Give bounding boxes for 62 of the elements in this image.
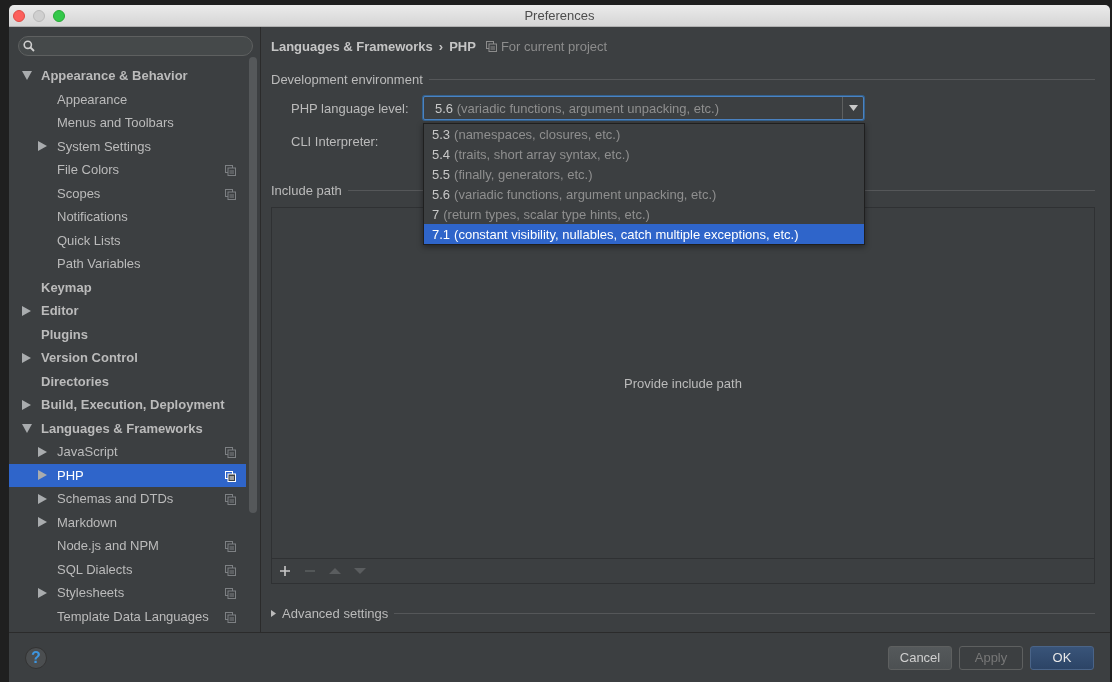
tree-item[interactable]: Node.js and NPM	[9, 534, 247, 558]
triangle-icon[interactable]	[22, 305, 31, 316]
close-button[interactable]	[13, 9, 25, 22]
tree-item[interactable]: Languages & Frameworks	[9, 416, 247, 440]
dropdown-option[interactable]: 7 (return types, scalar type hints, etc.)	[424, 204, 864, 224]
tree-item[interactable]: Notifications	[9, 205, 247, 229]
language-level-dropdown[interactable]: 5.6 (variadic functions, argument unpacking, etc.)	[423, 96, 864, 120]
tree-item[interactable]: Editor	[9, 299, 247, 323]
field-label: PHP language level:	[291, 100, 410, 116]
scope-label: For current project	[500, 38, 608, 54]
dropdown-option[interactable]: 5.3 (namespaces, closures, etc.)	[424, 124, 864, 144]
caret-icon	[848, 105, 858, 111]
tree-item[interactable]: Path Variables	[9, 252, 247, 276]
tree-item[interactable]: Directories	[9, 369, 247, 393]
search-field[interactable]	[18, 36, 253, 56]
tree-item[interactable]: File Colors	[9, 158, 247, 182]
tree-item[interactable]: Quick Lists	[9, 228, 247, 252]
dropdown-option[interactable]: 5.5 (finally, generators, etc.)	[424, 164, 864, 184]
triangle-icon[interactable]	[38, 517, 47, 528]
copy-icon	[485, 40, 497, 52]
tree-item[interactable]: Keymap	[9, 275, 247, 299]
breadcrumb-parent[interactable]: Languages & Frameworks	[271, 38, 433, 54]
tree-item[interactable]: Menus and Toolbars	[9, 111, 247, 135]
tree-item[interactable]: System Settings	[9, 134, 247, 158]
tree-item[interactable]: PHP	[9, 463, 247, 487]
section-title: Include path	[271, 183, 342, 198]
dropdown-option[interactable]: 5.6 (variadic functions, argument unpacking, etc.)	[424, 184, 864, 204]
triangle-icon[interactable]	[38, 446, 47, 457]
triangle-icon[interactable]	[22, 423, 32, 433]
triangle-icon[interactable]	[38, 587, 47, 598]
triangle-icon[interactable]	[22, 352, 31, 363]
tree-item[interactable]: Appearance	[9, 87, 247, 111]
search-icon	[23, 40, 35, 52]
triangle-icon[interactable]	[38, 493, 47, 504]
plus-icon[interactable]	[279, 565, 291, 577]
triangle-icon[interactable]	[22, 71, 32, 81]
tree-item[interactable]: Stylesheets	[9, 581, 247, 605]
window-title: Preferences	[524, 8, 595, 23]
section-title: Development environment	[271, 72, 423, 87]
tree-item[interactable]: SQL Dialects	[9, 557, 247, 581]
dropdown-option[interactable]: 7.1 (constant visibility, nullables, catch multiple exceptions, etc.)	[424, 224, 864, 244]
tree-item[interactable]: Scopes	[9, 181, 247, 205]
dialog-button[interactable]: OK	[1030, 645, 1094, 670]
breadcrumb-separator: ›	[438, 38, 444, 54]
scrollbar[interactable]	[249, 57, 257, 513]
advanced-settings-toggle[interactable]: Advanced settings	[282, 606, 389, 621]
empty-message: Provide include path	[624, 375, 742, 391]
triangle-icon[interactable]	[22, 399, 31, 410]
tree-item[interactable]: Markdown	[9, 510, 247, 534]
tree-item[interactable]: Appearance & Behavior	[9, 64, 247, 88]
tree-item[interactable]: Template Data Languages	[9, 604, 247, 628]
triangle-icon[interactable]	[271, 610, 276, 617]
dropdown-option[interactable]: 5.4 (traits, short array syntax, etc.)	[424, 144, 864, 164]
breadcrumb-current: PHP	[449, 38, 476, 54]
tree-item[interactable]: Version Control	[9, 346, 247, 370]
triangle-icon[interactable]	[38, 141, 47, 152]
field-label: CLI Interpreter:	[291, 133, 380, 149]
tree-item[interactable]: Build, Execution, Deployment	[9, 393, 247, 417]
tree-item[interactable]: Schemas and DTDs	[9, 487, 247, 511]
dialog-button[interactable]: Cancel	[888, 645, 952, 670]
tree-item[interactable]: JavaScript	[9, 440, 247, 464]
tree-item[interactable]: Plugins	[9, 322, 247, 346]
